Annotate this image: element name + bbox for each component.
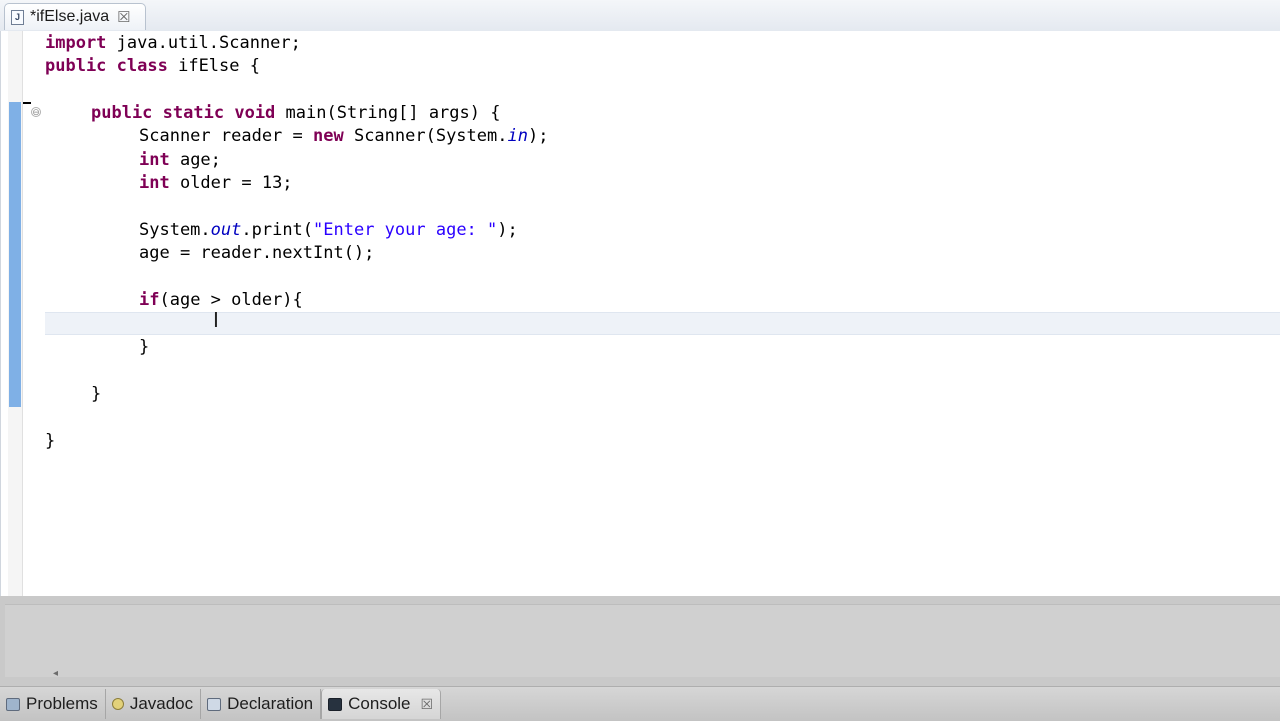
tab-problems[interactable]: Problems [0, 689, 106, 719]
line-marker [23, 102, 31, 104]
tab-label: Problems [26, 694, 98, 713]
editor-tab-title: *ifElse.java [30, 8, 110, 25]
keyword: public [45, 56, 107, 76]
code-line-18: } [45, 431, 56, 451]
text-cursor-icon: I [213, 308, 219, 332]
code-line-4: public static void main(String[] args) { [91, 102, 500, 125]
keyword: if [139, 290, 160, 310]
tab-javadoc[interactable]: Javadoc [106, 689, 202, 719]
code-text: java.util.Scanner; [106, 33, 301, 53]
code-text: ifElse { [167, 56, 260, 76]
code-text: .print( [241, 220, 314, 240]
code-line-1: import java.util.Scanner; [45, 32, 301, 55]
code-line-7: int older = 13; [139, 172, 293, 195]
code-text: older = 13; [169, 173, 293, 193]
code-line-6: int age; [139, 149, 221, 172]
close-icon[interactable]: ☒ [117, 10, 130, 25]
console-icon [328, 697, 343, 711]
code-text: ); [527, 126, 549, 146]
code-text: age; [169, 150, 221, 170]
fold-collapse-icon[interactable]: ⊖ [31, 107, 41, 117]
close-icon[interactable]: ☒ [421, 696, 434, 713]
javadoc-icon [111, 698, 124, 710]
code-text: main(String[] args) { [275, 103, 501, 123]
string-literal: "Enter your age: " [313, 220, 498, 240]
editor-tab-strip: J *ifElse.java ☒ [0, 0, 1280, 32]
keyword: import [45, 33, 107, 53]
tab-declaration[interactable]: Declaration [201, 689, 322, 719]
code-line-14: } [139, 337, 150, 357]
keyword: class [116, 56, 168, 76]
tab-label: Javadoc [129, 694, 194, 713]
current-line-highlight [45, 312, 1280, 335]
declaration-icon [207, 697, 222, 711]
bottom-view-tabs: Problems Javadoc Declaration Console ☒ [0, 686, 1280, 721]
keyword: public [91, 103, 153, 123]
horizontal-scroll-area[interactable]: ◂ [5, 604, 1280, 679]
code-line-9: System.out.print("Enter your age: "); [139, 219, 518, 242]
code-editor[interactable]: ⊖ import java.util.Scanner; public class… [0, 31, 1280, 596]
code-text: Scanner(System. [343, 126, 508, 146]
lower-panel-background: ◂ [0, 596, 1280, 686]
problems-icon [6, 697, 20, 711]
keyword: int [139, 150, 170, 170]
tab-label: Declaration [227, 694, 314, 713]
code-line-16: } [91, 384, 102, 404]
keyword: void [234, 103, 276, 123]
quick-diff-change-bar [9, 102, 21, 407]
code-line-10: age = reader.nextInt(); [139, 243, 375, 263]
keyword: int [139, 173, 170, 193]
code-line-5: Scanner reader = new Scanner(System.in); [139, 125, 548, 148]
tab-console[interactable]: Console ☒ [321, 689, 442, 719]
static-field: out [210, 220, 242, 240]
static-field: in [507, 126, 528, 146]
java-file-icon: J [11, 9, 24, 25]
keyword: static [162, 103, 225, 123]
code-text: ); [497, 220, 518, 240]
code-line-2: public class ifElse { [45, 55, 260, 78]
scroll-left-icon[interactable]: ◂ [53, 668, 58, 679]
tab-label: Console [348, 694, 411, 713]
keyword: new [313, 126, 344, 146]
code-text: Scanner reader = [139, 126, 313, 146]
code-text: (age > older){ [159, 290, 303, 310]
code-text: System. [139, 220, 211, 240]
editor-tab-ifelse-java[interactable]: J *ifElse.java ☒ [4, 3, 146, 30]
